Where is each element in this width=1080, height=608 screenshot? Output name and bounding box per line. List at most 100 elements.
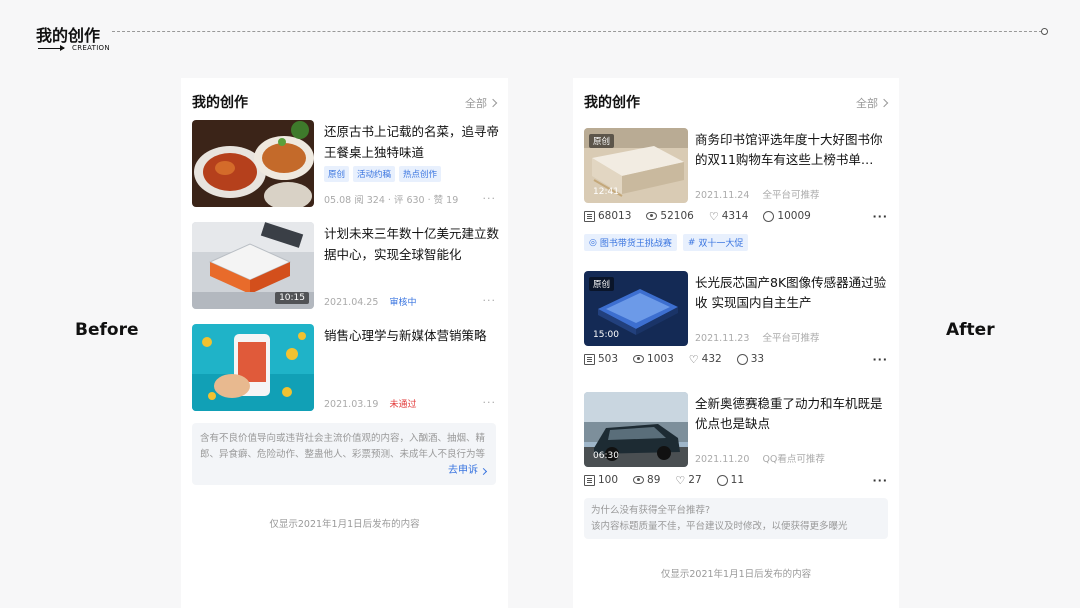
stat-reads: 100 xyxy=(584,474,618,486)
stat-value: 100 xyxy=(598,474,619,486)
stat-likes: ♡ 27 xyxy=(675,474,701,486)
recommend-status: QQ看点可推荐 xyxy=(762,454,825,465)
eye-icon xyxy=(633,355,645,363)
stat-value: 432 xyxy=(701,353,722,365)
item-date: 2021.04.25 xyxy=(324,297,379,308)
recommend-notice[interactable]: 为什么没有获得全平台推荐? 该内容标题质量不佳，平台建议及时修改，以便获得更多曝… xyxy=(584,498,888,539)
item-date: 2021.11.23 xyxy=(695,333,750,344)
tag-list: ◎ 图书带货王挑战赛 # 双十一大促 xyxy=(584,234,749,251)
tag-original[interactable]: 原创 xyxy=(324,166,350,182)
page-title: 我的创作 xyxy=(36,26,101,45)
chevron-right-icon xyxy=(879,98,889,108)
view-all-link[interactable]: 全部 xyxy=(856,95,889,111)
tag-list: 原创 活动约稿 热点创作 xyxy=(324,166,442,182)
record-icon xyxy=(584,474,595,486)
recommend-status: 全平台可推荐 xyxy=(762,190,820,201)
stat-value: 1003 xyxy=(647,353,674,365)
chevron-right-icon xyxy=(479,467,488,475)
stat-reads: 68013 xyxy=(584,210,631,222)
item-date: 2021.03.19 xyxy=(324,399,379,410)
stat-views: 89 xyxy=(633,474,660,486)
notice-title: 为什么没有获得全平台推荐? xyxy=(591,505,711,516)
item-meta: 2021.04.25 审核中 xyxy=(324,295,416,308)
stats-row: 100 89 ♡ 27 11 ··· xyxy=(584,474,888,487)
stats-row: 68013 52106 ♡ 4314 10009 ··· xyxy=(584,210,888,223)
view-all-link[interactable]: 全部 xyxy=(465,95,498,111)
tag-label: 图书带货王挑战赛 xyxy=(599,239,672,249)
panel-title: 我的创作 xyxy=(192,95,248,111)
notice-text: 含有不良价值导向或违背社会主流价值观的内容，入酗酒、抽烟、精郎、异食癖、危险动作… xyxy=(200,433,486,460)
after-panel: 我的创作 全部 原创 12:41 商务印书馆评选年度十大好图书你的双11购物车有… xyxy=(573,78,899,608)
eye-icon xyxy=(633,476,645,484)
sensor-thumbnail: 原创 15:00 xyxy=(584,271,688,346)
more-icon[interactable]: ··· xyxy=(872,353,888,366)
article-title: 还原古书上记载的名菜，追寻帝王餐桌上独特味道 xyxy=(324,124,500,160)
stat-value: 89 xyxy=(647,474,661,486)
tag-hot[interactable]: 热点创作 xyxy=(399,166,442,182)
books-thumbnail: 原创 12:41 xyxy=(584,128,688,203)
video-duration: 15:00 xyxy=(593,330,619,340)
comment-icon xyxy=(763,210,775,222)
stat-likes: ♡ 432 xyxy=(689,353,722,365)
before-label: Before xyxy=(75,320,139,340)
list-item[interactable]: 销售心理学与新媒体营销策略 2021.03.19 未通过 ··· xyxy=(192,324,496,412)
item-date: 2021.11.24 xyxy=(695,190,750,201)
status-badge: 审核中 xyxy=(389,298,417,308)
tag-topic[interactable]: # 双十一大促 xyxy=(682,234,749,251)
more-icon[interactable]: ··· xyxy=(483,396,497,409)
before-panel: 我的创作 全部 还原古书上记载的名菜，追寻帝王餐桌上独特味道 原创 活动约稿 热… xyxy=(181,78,508,608)
page-subtitle: CREATION xyxy=(72,44,110,52)
tag-event[interactable]: 活动约稿 xyxy=(353,166,396,182)
recommend-status: 全平台可推荐 xyxy=(762,333,820,344)
rejection-notice: 含有不良价值导向或违背社会主流价值观的内容，入酗酒、抽烟、精郎、异食癖、危险动作… xyxy=(192,423,496,485)
car-thumbnail: 06:30 xyxy=(584,392,688,467)
comment-icon xyxy=(716,474,728,486)
stat-views: 1003 xyxy=(633,353,674,365)
list-item[interactable]: 10:15 计划未来三年数十亿美元建立数据中心，实现全球智能化 2021.04.… xyxy=(192,222,500,310)
stat-comments: 11 xyxy=(716,474,745,486)
tag-label: 双十一大促 xyxy=(698,239,744,249)
more-icon[interactable]: ··· xyxy=(872,474,888,487)
appeal-link[interactable]: 去申诉 xyxy=(448,463,488,479)
appeal-label: 去申诉 xyxy=(448,465,478,476)
header-end-dot xyxy=(1041,28,1048,35)
item-meta: 2021.11.20 QQ看点可推荐 xyxy=(695,451,835,465)
more-icon[interactable]: ··· xyxy=(872,210,888,223)
article-title: 商务印书馆评选年度十大好图书你的双11购物车有这些上榜书单… xyxy=(695,132,883,167)
challenge-icon: ◎ xyxy=(589,237,597,248)
more-icon[interactable]: ··· xyxy=(483,192,497,205)
item-date: 2021.11.20 xyxy=(695,454,750,465)
more-icon[interactable]: ··· xyxy=(483,294,497,307)
tag-challenge[interactable]: ◎ 图书带货王挑战赛 xyxy=(584,234,677,251)
view-all-label: 全部 xyxy=(856,97,878,110)
chevron-right-icon xyxy=(488,98,498,108)
stat-value: 33 xyxy=(750,353,765,365)
page-subtitle-wrap: CREATION xyxy=(38,44,110,52)
stat-value: 11 xyxy=(730,474,745,486)
stats-row: 503 1003 ♡ 432 33 ··· xyxy=(584,353,888,366)
item-meta: 2021.03.19 未通过 xyxy=(324,397,416,410)
stat-value: 4314 xyxy=(721,210,749,222)
footnote: 仅显示2021年1月1日后发布的内容 xyxy=(660,569,812,580)
video-duration: 12:41 xyxy=(593,187,619,197)
article-title: 计划未来三年数十亿美元建立数据中心，实现全球智能化 xyxy=(324,226,500,262)
list-item[interactable]: 还原古书上记载的名菜，追寻帝王餐桌上独特味道 原创 活动约稿 热点创作 05.0… xyxy=(192,120,500,208)
panel-title: 我的创作 xyxy=(584,95,640,111)
status-badge: 未通过 xyxy=(389,400,417,410)
stat-views: 52106 xyxy=(646,210,694,222)
original-badge: 原创 xyxy=(589,277,615,291)
eye-icon xyxy=(646,212,658,220)
heart-icon: ♡ xyxy=(708,209,719,223)
video-duration: 06:30 xyxy=(593,451,619,461)
comment-icon xyxy=(736,353,748,365)
after-label: After xyxy=(946,320,995,340)
hashtag-icon: # xyxy=(687,237,696,248)
stat-comments: 33 xyxy=(736,353,765,365)
article-title: 长光辰芯国产8K图像传感器通过验收 实现国内自主生产 xyxy=(695,275,887,310)
stat-likes: ♡ 4314 xyxy=(709,210,749,222)
stat-comments: 10009 xyxy=(763,210,811,222)
heart-icon: ♡ xyxy=(688,352,699,366)
item-meta: 2021.11.23 全平台可推荐 xyxy=(695,330,829,344)
stat-value: 68013 xyxy=(598,210,632,222)
arrow-right-icon xyxy=(38,44,65,51)
